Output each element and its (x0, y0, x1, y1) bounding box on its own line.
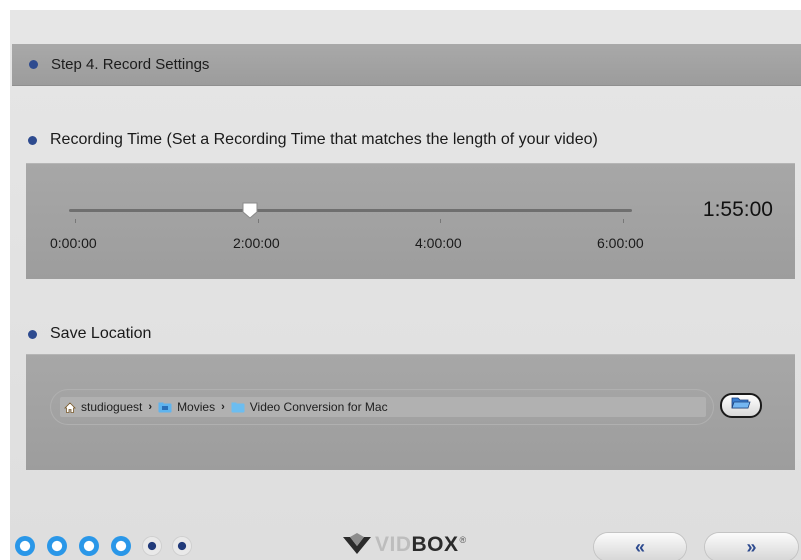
step-title: Step 4. Record Settings (51, 56, 210, 73)
slider-tick (623, 219, 624, 223)
breadcrumb-item-movies[interactable]: Movies (158, 400, 215, 414)
path-control[interactable]: studioguest › Movies › Video Conversion … (50, 389, 714, 425)
save-location-panel: studioguest › Movies › Video Conversion … (26, 354, 795, 470)
recording-time-value: 1:55:00 (702, 198, 773, 221)
recording-time-slider-track[interactable] (69, 209, 632, 212)
save-location-heading: Save Location (28, 325, 151, 343)
vidbox-logo-icon (343, 533, 371, 554)
bullet-icon (29, 60, 38, 69)
movies-folder-icon (158, 402, 172, 413)
breadcrumb-item-video-conversion[interactable]: Video Conversion for Mac (231, 400, 388, 414)
breadcrumb-label: Movies (177, 400, 216, 414)
tick-label: 6:00:00 (597, 235, 644, 251)
chevron-right-icon: › (148, 401, 153, 413)
brand-vid: VID (375, 532, 412, 556)
progress-dot-done (47, 536, 67, 556)
vidbox-logo: VIDBOX ® (342, 533, 466, 555)
progress-indicator (15, 536, 203, 556)
slider-tick (258, 219, 259, 223)
window-top-edge (0, 0, 801, 10)
brand-registered: ® (459, 535, 467, 545)
tick-label: 0:00:00 (50, 235, 97, 251)
path-breadcrumb: studioguest › Movies › Video Conversion … (60, 397, 706, 417)
home-icon (64, 401, 76, 413)
breadcrumb-label: Video Conversion for Mac (249, 400, 388, 414)
next-button[interactable]: » (705, 533, 798, 560)
tick-label: 2:00:00 (233, 235, 280, 251)
bullet-icon (28, 329, 37, 339)
progress-dot-current (111, 536, 131, 556)
content-background (10, 10, 801, 560)
breadcrumb-label: studioguest (81, 400, 143, 414)
progress-dot-done (79, 536, 99, 556)
progress-dot-pending (143, 537, 161, 555)
recording-time-heading: Recording Time (Set a Recording Time tha… (28, 131, 598, 149)
slider-thumb[interactable] (242, 202, 258, 219)
recording-time-label: Recording Time (Set a Recording Time tha… (50, 131, 598, 148)
open-folder-icon (731, 396, 751, 415)
back-button[interactable]: « (594, 533, 686, 560)
progress-dot-pending (173, 537, 191, 555)
chevron-right-icon: › (221, 401, 225, 413)
brand-box: BOX (411, 532, 459, 556)
save-location-label: Save Location (50, 325, 152, 342)
slider-tick (440, 219, 441, 223)
recording-time-panel: 0:00:00 2:00:00 4:00:00 6:00:00 1:55:00 (26, 163, 795, 279)
breadcrumb-item-home[interactable]: studioguest (64, 400, 142, 414)
window-left-edge (0, 0, 10, 560)
progress-dot-done (15, 536, 35, 556)
step-header: Step 4. Record Settings (12, 44, 801, 86)
browse-folder-button[interactable] (720, 393, 762, 418)
folder-icon (231, 402, 245, 413)
footer-bar: VIDBOX ® « » (0, 527, 801, 560)
bullet-icon (28, 135, 37, 145)
tick-label: 4:00:00 (415, 235, 462, 251)
slider-tick (75, 219, 76, 223)
